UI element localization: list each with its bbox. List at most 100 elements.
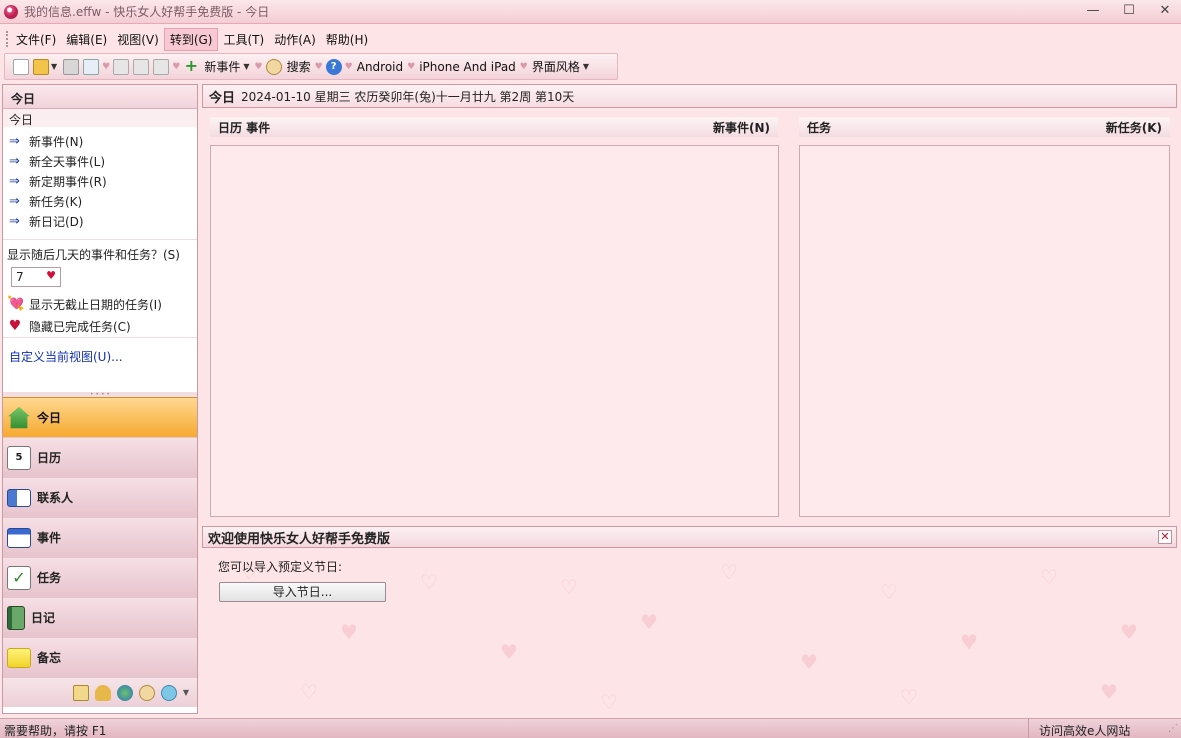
welcome-text: 您可以导入预定义节日:: [218, 560, 343, 574]
clipboard-icon[interactable]: [72, 684, 89, 701]
calendar-icon: 5: [7, 445, 31, 470]
heart-separator-icon: ♥: [519, 61, 528, 72]
visit-website-link[interactable]: 访问高效e人网站: [1028, 719, 1160, 738]
tasks-icon: ✓: [7, 565, 31, 590]
nav-events[interactable]: 事件: [3, 517, 197, 557]
link-new-allday-event[interactable]: ⇒ 新全天事件(L): [9, 151, 191, 171]
toolbar: ▼ ♥ ♥ + 新事件 ▼ ♥ 搜索 ♥ ? ♥ Android ♥ iPhon…: [4, 53, 618, 80]
link-new-diary[interactable]: ⇒ 新日记(D): [9, 211, 191, 231]
search-icon[interactable]: [265, 58, 282, 75]
tasks-list[interactable]: [799, 145, 1170, 517]
contacts-icon: [7, 488, 31, 507]
tasks-label: 任务: [807, 120, 832, 135]
today-header: 今日 2024-01-10 星期三 农历癸卯年(兔)十一月廿九 第2周 第10天: [202, 84, 1177, 108]
cupid-heart-icon: 💘: [7, 296, 25, 312]
left-panel-subtitle: 今日: [3, 109, 197, 127]
help-icon[interactable]: ?: [325, 58, 342, 75]
new-event-button[interactable]: 新事件: [204, 58, 240, 75]
nav-toolbar: ▼: [3, 677, 197, 707]
menu-goto[interactable]: 转到(G): [163, 27, 219, 51]
open-dropdown-icon[interactable]: ▼: [51, 62, 57, 71]
menu-view[interactable]: 视图(V): [112, 29, 164, 50]
theme-dropdown-icon[interactable]: ▼: [583, 62, 589, 71]
quick-links: ⇒ 新事件(N) ⇒ 新全天事件(L) ⇒ 新定期事件(R) ⇒ 新任务(K) ⇒ 新日记…: [3, 127, 197, 240]
nav-today[interactable]: 今日: [3, 397, 197, 437]
import-holidays-button[interactable]: 导入节日...: [219, 582, 386, 602]
minimize-button[interactable]: —: [1085, 2, 1101, 20]
nav-diary[interactable]: 日记: [3, 597, 197, 637]
maximize-button[interactable]: ☐: [1121, 2, 1137, 20]
window-controls: — ☐ ✕: [1085, 2, 1173, 20]
new-file-icon[interactable]: [13, 58, 29, 75]
days-select[interactable]: 7 ♥: [11, 267, 61, 287]
close-icon[interactable]: ✕: [1158, 530, 1172, 544]
events-icon: [7, 527, 31, 548]
menu-help[interactable]: 帮助(H): [321, 29, 373, 50]
nav-tasks[interactable]: ✓ 任务: [3, 557, 197, 597]
new-event-link[interactable]: 新事件(N): [713, 119, 770, 136]
nav-contacts[interactable]: 联系人: [3, 477, 197, 517]
menu-edit[interactable]: 编辑(E): [61, 29, 112, 50]
heart-separator-icon: ♥: [102, 61, 111, 72]
paste-icon[interactable]: [153, 58, 170, 75]
iphone-button[interactable]: iPhone And iPad: [419, 60, 516, 74]
calendar-events-list[interactable]: [210, 145, 779, 517]
nav-memo[interactable]: 备忘: [3, 637, 197, 677]
days-question-label: 显示随后几天的事件和任务？(S): [7, 248, 180, 262]
show-no-due-option[interactable]: 💘 显示无截止日期的任务(I): [7, 293, 193, 315]
hide-completed-option[interactable]: ♥ 隐藏已完成任务(C): [7, 315, 193, 337]
new-event-dropdown-icon[interactable]: ▼: [243, 62, 249, 71]
calendar-events-label: 日历 事件: [218, 120, 271, 135]
welcome-header: 欢迎使用快乐女人好帮手免费版 ✕: [202, 526, 1177, 548]
key-icon[interactable]: [94, 684, 111, 701]
heart-separator-icon: ♥: [314, 61, 323, 72]
close-button[interactable]: ✕: [1157, 2, 1173, 20]
arrow-right-icon: ⇒: [9, 153, 20, 169]
link-new-recurring-event[interactable]: ⇒ 新定期事件(R): [9, 171, 191, 191]
menu-grip: [6, 31, 9, 47]
customize-view-link[interactable]: 自定义当前视图(U)...: [3, 338, 197, 375]
cut-icon[interactable]: [113, 58, 130, 75]
arrow-right-icon: ⇒: [9, 213, 20, 229]
new-event-plus-icon[interactable]: +: [183, 57, 199, 75]
menu-actions[interactable]: 动作(A): [269, 29, 321, 50]
print-icon[interactable]: [63, 58, 80, 75]
heart-icon: ♥: [8, 318, 22, 334]
heart-separator-icon: ♥: [344, 61, 353, 72]
link-new-task[interactable]: ⇒ 新任务(K): [9, 191, 191, 211]
tasks-header: 任务 新任务(K): [799, 117, 1170, 137]
arrow-right-icon: ⇒: [9, 173, 20, 189]
arrow-right-icon: ⇒: [9, 133, 20, 149]
today-date-line: 2024-01-10 星期三 农历癸卯年(兔)十一月廿九 第2周 第10天: [241, 89, 575, 104]
status-help-text: 需要帮助，请按 F1: [4, 724, 107, 738]
calendar-events-header: 日历 事件 新事件(N): [210, 117, 778, 137]
view-options: 显示随后几天的事件和任务？(S) 7 ♥ 💘 显示无截止日期的任务(I) ♥ 隐…: [3, 240, 197, 338]
memo-icon: [7, 647, 31, 668]
search-button[interactable]: 搜索: [287, 58, 311, 75]
android-button[interactable]: Android: [357, 60, 403, 74]
menu-file[interactable]: 文件(F): [11, 29, 61, 50]
resize-grip-icon[interactable]: ⋰: [1168, 723, 1178, 734]
home-icon: [8, 406, 30, 429]
open-folder-icon[interactable]: [33, 58, 49, 75]
theme-button[interactable]: 界面风格: [532, 58, 580, 75]
heart-separator-icon: ♥: [254, 61, 263, 72]
menu-tools[interactable]: 工具(T): [218, 29, 269, 50]
navigation-bar: 今日 5 日历 联系人 事件 ✓ 任务 日记 备忘 ▼: [3, 397, 197, 707]
copy-icon[interactable]: [133, 58, 150, 75]
magnifier-icon[interactable]: [138, 684, 155, 701]
new-task-link[interactable]: 新任务(K): [1106, 119, 1162, 136]
print-preview-icon[interactable]: [83, 58, 100, 75]
sync-icon[interactable]: [160, 684, 177, 701]
window-title: 我的信息.effw - 快乐女人好帮手免费版 - 今日: [24, 5, 270, 19]
left-panel-title: 今日: [3, 85, 197, 109]
globe-icon[interactable]: [116, 684, 133, 701]
status-bar: 需要帮助，请按 F1 访问高效e人网站 ⋰: [0, 718, 1181, 738]
link-new-event[interactable]: ⇒ 新事件(N): [9, 131, 191, 151]
left-panel: 今日 今日 ⇒ 新事件(N) ⇒ 新全天事件(L) ⇒ 新定期事件(R) ⇒ 新任务(K…: [2, 84, 198, 714]
welcome-title: 欢迎使用快乐女人好帮手免费版: [208, 531, 391, 547]
title-bar: 我的信息.effw - 快乐女人好帮手免费版 - 今日 — ☐ ✕: [0, 0, 1181, 24]
app-logo-icon: [4, 4, 18, 19]
nav-tools-dropdown-icon[interactable]: ▼: [183, 688, 189, 697]
nav-calendar[interactable]: 5 日历: [3, 437, 197, 477]
